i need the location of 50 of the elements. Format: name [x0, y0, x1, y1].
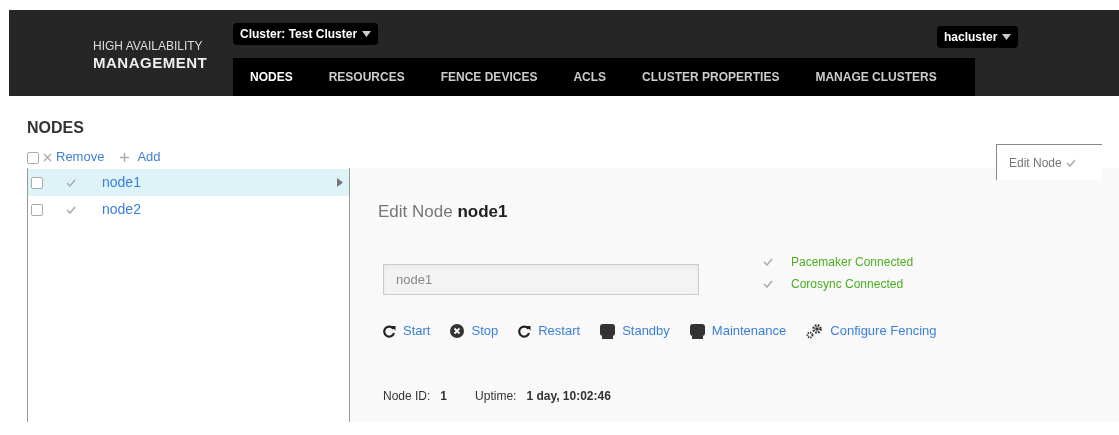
info-value: 1 day, 10:02:46 [526, 388, 611, 405]
node-name[interactable]: node1 [102, 172, 141, 193]
nav-tab[interactable]: RESOURCES [328, 68, 405, 86]
cluster-dropdown[interactable]: Cluster: Test Cluster [233, 23, 379, 45]
action-link[interactable]: Restart [518, 321, 581, 341]
server-icon [600, 323, 616, 339]
nav-tab[interactable]: MANAGE CLUSTERS [815, 68, 937, 86]
status-text: Pacemaker Connected [791, 254, 914, 271]
status-text: Corosync Connected [791, 276, 904, 293]
refresh-icon [518, 324, 532, 338]
action-link[interactable]: Standby [600, 321, 670, 341]
info-label: Node ID: [383, 388, 431, 405]
action-link[interactable]: Configure Fencing [806, 321, 937, 341]
close-icon [43, 152, 52, 162]
nav-tab[interactable]: CLUSTER PROPERTIES [642, 68, 780, 86]
caret-down-icon [1002, 34, 1012, 40]
edit-node-tab[interactable]: Edit Node [996, 144, 1102, 180]
add-button[interactable]: Add [120, 147, 161, 167]
brand-title: HIGH AVAILABILITY [93, 38, 204, 54]
select-all-checkbox[interactable] [27, 152, 39, 164]
check-icon [66, 178, 76, 187]
node-row[interactable]: node1 [28, 169, 349, 196]
info-value: 1 [440, 388, 448, 405]
caret-down-icon [362, 31, 372, 37]
nav-tab[interactable]: FENCE DEVICES [440, 68, 538, 86]
plus-icon [120, 152, 130, 162]
user-dropdown[interactable]: hacluster [937, 26, 1019, 48]
brand-subtitle: MANAGEMENT [93, 53, 209, 72]
caret-right-icon [337, 178, 343, 187]
action-link[interactable]: Maintenance [689, 321, 787, 341]
check-icon [763, 258, 773, 266]
edit-title: Edit Node node1 [378, 201, 509, 223]
remove-button[interactable]: Remove [43, 147, 105, 167]
check-icon [763, 280, 773, 288]
check-icon [1065, 158, 1076, 167]
action-link[interactable]: Stop [450, 321, 499, 341]
name-field[interactable]: node1 [383, 264, 699, 295]
node-name[interactable]: node2 [102, 199, 141, 220]
row-checkbox[interactable] [31, 203, 43, 216]
stop-icon [450, 324, 465, 338]
refresh-icon [383, 324, 396, 338]
info-label: Uptime: [475, 388, 517, 405]
gears-icon [806, 323, 824, 339]
check-icon [66, 205, 76, 214]
row-checkbox[interactable] [31, 176, 43, 189]
nav-tab[interactable]: NODES [250, 68, 293, 86]
server-icon [689, 323, 705, 339]
action-link[interactable]: Start [383, 321, 431, 341]
nav-tab[interactable]: ACLS [573, 68, 607, 86]
page-title: NODES [27, 118, 85, 138]
